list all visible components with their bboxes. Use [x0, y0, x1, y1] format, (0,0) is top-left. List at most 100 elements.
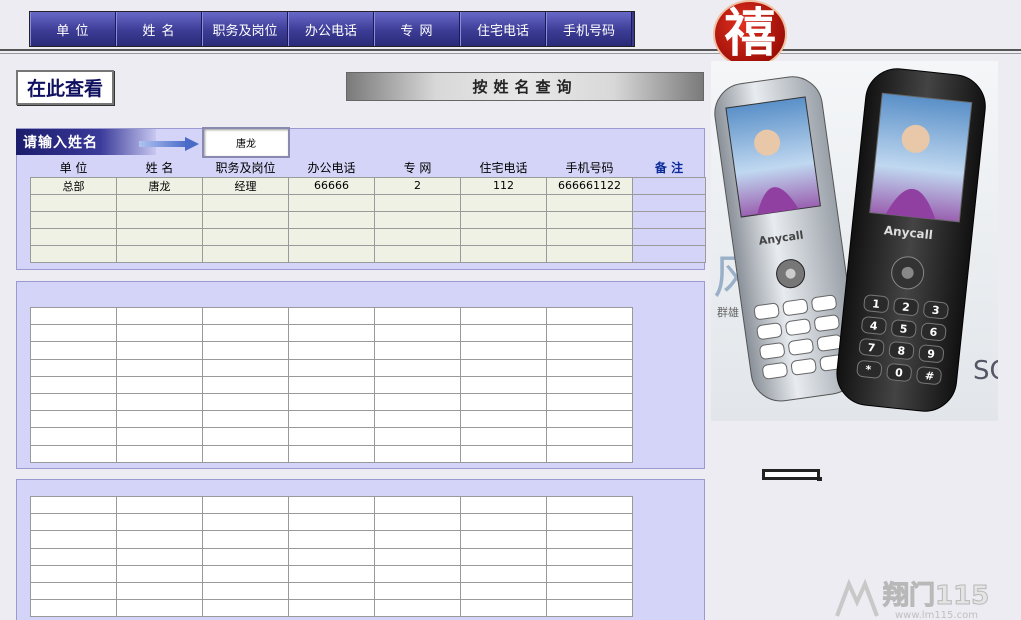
table-cell[interactable] — [30, 444, 117, 463]
table-cell[interactable] — [546, 375, 633, 394]
table-cell[interactable] — [30, 495, 117, 515]
table-cell[interactable] — [30, 358, 117, 377]
table-cell[interactable] — [30, 375, 117, 394]
table-cell[interactable] — [546, 513, 633, 532]
table-row[interactable]: 总部 唐龙 经理 66666 2 112 666661122 — [30, 176, 706, 195]
table-cell[interactable] — [116, 341, 203, 360]
table-cell[interactable] — [116, 547, 203, 566]
table-cell[interactable] — [288, 392, 375, 412]
table-cell[interactable] — [374, 495, 461, 515]
table-cell[interactable] — [460, 324, 547, 343]
table-cell[interactable] — [288, 564, 375, 583]
table-cell[interactable] — [288, 513, 375, 532]
table-cell[interactable] — [374, 410, 461, 429]
table-cell[interactable] — [460, 392, 547, 412]
table-cell[interactable] — [546, 599, 633, 618]
table-cell[interactable] — [460, 547, 547, 566]
table-cell[interactable] — [30, 306, 117, 326]
table-cell[interactable] — [116, 581, 203, 601]
table-cell[interactable] — [116, 358, 203, 377]
table-cell[interactable] — [30, 564, 117, 583]
table-cell[interactable] — [202, 599, 289, 618]
table-cell[interactable] — [460, 513, 547, 532]
table-cell[interactable] — [30, 392, 117, 412]
table-cell[interactable] — [460, 495, 547, 515]
table-cell[interactable] — [116, 392, 203, 412]
table-cell[interactable] — [460, 581, 547, 601]
table-cell[interactable] — [202, 358, 289, 377]
table-cell[interactable] — [30, 324, 117, 343]
table-cell[interactable] — [374, 444, 461, 463]
table-cell[interactable] — [202, 392, 289, 412]
nav-private-net-button[interactable]: 专 网 — [374, 12, 460, 46]
table-cell[interactable] — [116, 427, 203, 446]
table-cell[interactable] — [30, 581, 117, 601]
table-cell[interactable] — [460, 341, 547, 360]
table-cell[interactable] — [546, 410, 633, 429]
table-cell[interactable] — [30, 530, 117, 549]
table-cell[interactable] — [288, 341, 375, 360]
table-cell[interactable] — [116, 444, 203, 463]
table-cell[interactable] — [546, 530, 633, 549]
table-cell[interactable] — [288, 599, 375, 618]
nav-name-button[interactable]: 姓 名 — [116, 12, 202, 46]
table-cell[interactable] — [460, 530, 547, 549]
table-cell[interactable] — [116, 324, 203, 343]
table-cell[interactable] — [374, 306, 461, 326]
table-cell[interactable] — [546, 547, 633, 566]
table-cell[interactable] — [288, 547, 375, 566]
table-cell[interactable] — [202, 564, 289, 583]
name-search-input[interactable] — [202, 127, 290, 158]
table-cell[interactable] — [460, 410, 547, 429]
table-cell[interactable] — [374, 530, 461, 549]
table-cell[interactable] — [116, 513, 203, 532]
table-cell[interactable] — [546, 341, 633, 360]
table-cell[interactable] — [460, 427, 547, 446]
table-cell[interactable] — [288, 444, 375, 463]
table-cell[interactable] — [116, 530, 203, 549]
table-cell[interactable] — [460, 306, 547, 326]
table-cell[interactable] — [30, 341, 117, 360]
table-cell[interactable] — [202, 427, 289, 446]
table-cell[interactable] — [288, 375, 375, 394]
nav-position-button[interactable]: 职务及岗位 — [202, 12, 288, 46]
table-cell[interactable] — [374, 513, 461, 532]
table-cell[interactable] — [460, 444, 547, 463]
table-cell[interactable] — [546, 427, 633, 446]
table-cell[interactable] — [116, 375, 203, 394]
table-cell[interactable] — [202, 306, 289, 326]
table-cell[interactable] — [30, 547, 117, 566]
table-cell[interactable] — [546, 581, 633, 601]
table-cell[interactable] — [116, 495, 203, 515]
nav-home-phone-button[interactable]: 住宅电话 — [460, 12, 546, 46]
table-cell[interactable] — [30, 513, 117, 532]
table-cell[interactable] — [546, 495, 633, 515]
table-cell[interactable] — [374, 599, 461, 618]
table-cell[interactable] — [202, 444, 289, 463]
table-cell[interactable] — [30, 410, 117, 429]
table-cell[interactable] — [288, 358, 375, 377]
table-cell[interactable] — [288, 306, 375, 326]
table-cell[interactable] — [374, 358, 461, 377]
table-cell[interactable] — [288, 530, 375, 549]
table-cell[interactable] — [30, 599, 117, 618]
table-cell[interactable] — [374, 324, 461, 343]
table-cell[interactable] — [288, 324, 375, 343]
table-cell[interactable] — [374, 547, 461, 566]
table-cell[interactable] — [116, 306, 203, 326]
table-cell[interactable] — [202, 513, 289, 532]
table-cell[interactable] — [374, 581, 461, 601]
table-cell[interactable] — [546, 564, 633, 583]
table-cell[interactable] — [30, 427, 117, 446]
table-cell[interactable] — [202, 410, 289, 429]
view-here-button[interactable]: 在此查看 — [16, 70, 114, 105]
table-cell[interactable] — [288, 495, 375, 515]
table-cell[interactable] — [202, 547, 289, 566]
table-cell[interactable] — [374, 427, 461, 446]
nav-mobile-button[interactable]: 手机号码 — [546, 12, 632, 46]
table-cell[interactable] — [460, 375, 547, 394]
table-cell[interactable] — [460, 358, 547, 377]
table-cell[interactable] — [288, 410, 375, 429]
table-cell[interactable] — [460, 599, 547, 618]
table-cell[interactable] — [546, 392, 633, 412]
